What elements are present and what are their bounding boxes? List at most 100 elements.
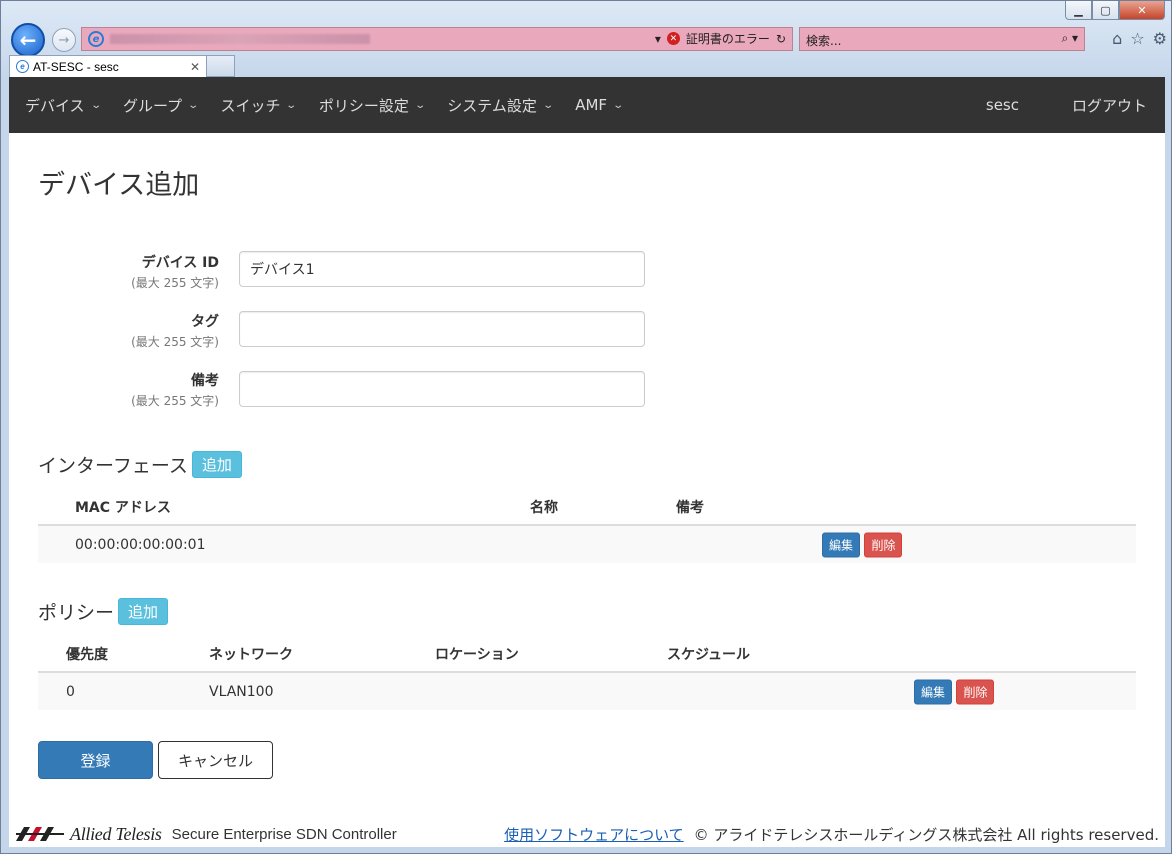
browser-toolbar-icons: ⌂ ☆ ⚙	[1112, 29, 1167, 48]
allied-telesis-logo-mark	[16, 827, 64, 841]
interfaces-title: インターフェース	[38, 455, 188, 477]
gear-icon[interactable]: ⚙	[1153, 29, 1167, 48]
device-id-label-group: デバイス ID (最大 255 文字)	[131, 252, 219, 291]
nav-amf-label: AMF	[575, 96, 608, 114]
nav-system-settings[interactable]: システム設定 ⌄	[447, 95, 554, 116]
new-tab-button[interactable]	[207, 55, 235, 77]
tab-close-icon[interactable]: ✕	[190, 60, 200, 74]
col-mac-address: MAC アドレス	[75, 500, 171, 516]
form-row-note: 備考 (最大 255 文字)	[9, 371, 709, 421]
forward-arrow-icon[interactable]: →	[52, 28, 76, 52]
chevron-down-icon: ⌄	[285, 99, 298, 111]
page-viewport: デバイス ⌄ グループ ⌄ スイッチ ⌄ ポリシー設定 ⌄ システム設定 ⌄ AMF ⌄ s…	[9, 77, 1165, 847]
tag-label: タグ	[191, 314, 219, 330]
browser-tab-active[interactable]: e AT-SESC - sesc ✕	[9, 55, 207, 77]
navbar-right: sesc ログアウト	[986, 95, 1165, 116]
search-icon[interactable]: ⌕ ▾	[1061, 31, 1078, 46]
nav-logout[interactable]: ログアウト	[1072, 95, 1147, 116]
submit-button[interactable]: 登録	[38, 741, 153, 779]
browser-window: ▁ ▢ ✕ ← → e ▾ ✕ 証明書のエラー ↻ 検索... ⌕ ▾ ⌂ ☆ …	[0, 0, 1172, 854]
form-row-device-id: デバイス ID (最大 255 文字)	[9, 251, 709, 301]
edit-interface-button[interactable]: 編集	[822, 532, 861, 557]
refresh-icon[interactable]: ↻	[776, 32, 786, 46]
search-placeholder: 検索...	[806, 34, 842, 48]
cert-error-icon[interactable]: ✕	[666, 32, 680, 45]
policies-table-header: 優先度 ネットワーク ロケーション スケジュール	[38, 637, 1136, 673]
policies-title: ポリシー	[38, 602, 115, 624]
table-row: 00:00:00:00:00:01 編集 削除	[38, 526, 1136, 563]
col-note: 備考	[676, 500, 704, 516]
favorites-star-icon[interactable]: ☆	[1130, 29, 1144, 48]
col-network: ネットワーク	[209, 647, 293, 663]
address-bar-right: ▾ ✕ 証明書のエラー ↻	[655, 30, 786, 47]
nav-system-settings-label: システム設定	[447, 96, 537, 115]
ie-tab-icon: e	[16, 60, 29, 73]
form-row-tag: タグ (最大 255 文字)	[9, 311, 709, 361]
interface-actions: 編集 削除	[822, 532, 903, 557]
browser-search-box[interactable]: 検索... ⌕ ▾	[799, 27, 1085, 51]
nav-devices[interactable]: デバイス ⌄	[25, 95, 102, 116]
policies-section-header: ポリシー 追加	[38, 598, 169, 625]
logo-text: Allied Telesis	[70, 823, 162, 844]
nav-policy-settings-label: ポリシー設定	[318, 96, 409, 115]
table-row: 0 VLAN100 編集 削除	[38, 673, 1136, 710]
maximize-button[interactable]: ▢	[1092, 1, 1119, 20]
page-footer: Allied Telesis Secure Enterprise SDN Con…	[9, 821, 1165, 847]
software-info-link[interactable]: 使用ソフトウェアについて	[504, 824, 684, 845]
device-id-hint: (最大 255 文字)	[131, 276, 219, 290]
col-name: 名称	[530, 500, 558, 516]
nav-policy-settings[interactable]: ポリシー設定 ⌄	[318, 95, 426, 116]
nav-groups[interactable]: グループ ⌄	[122, 95, 200, 116]
nav-user[interactable]: sesc	[986, 96, 1019, 114]
ie-page-icon: e	[88, 31, 104, 47]
policy-actions: 編集 削除	[914, 679, 995, 704]
policy-network: VLAN100	[209, 683, 274, 700]
col-location: ロケーション	[435, 647, 519, 663]
edit-policy-button[interactable]: 編集	[914, 679, 953, 704]
interface-mac: 00:00:00:00:00:01	[75, 536, 206, 553]
nav-switches[interactable]: スイッチ ⌄	[220, 95, 298, 116]
tag-label-group: タグ (最大 255 文字)	[131, 311, 219, 350]
allied-telesis-logo: Allied Telesis	[16, 824, 162, 845]
minimize-button[interactable]: ▁	[1065, 1, 1092, 20]
chevron-down-icon: ⌄	[612, 99, 625, 111]
product-name: Secure Enterprise SDN Controller	[171, 825, 397, 843]
back-arrow-icon[interactable]: ←	[11, 23, 45, 57]
col-priority: 優先度	[66, 647, 108, 663]
nav-groups-label: グループ	[122, 96, 183, 115]
cert-error-text[interactable]: 証明書のエラー	[686, 30, 770, 47]
add-policy-button[interactable]: 追加	[118, 598, 169, 625]
copyright-text: © アライドテレシスホールディングス株式会社 All rights reserv…	[693, 825, 1159, 844]
chevron-down-icon: ⌄	[89, 99, 102, 111]
close-window-button[interactable]: ✕	[1119, 1, 1165, 20]
nav-amf[interactable]: AMF ⌄	[575, 96, 625, 114]
tab-title: AT-SESC - sesc	[33, 59, 119, 74]
tag-input[interactable]	[239, 311, 645, 347]
note-label: 備考	[191, 373, 219, 389]
note-input[interactable]	[239, 371, 645, 407]
nav-devices-label: デバイス	[25, 96, 85, 115]
interfaces-table-header: MAC アドレス 名称 備考	[38, 490, 1136, 526]
browser-tab-row: e AT-SESC - sesc ✕	[9, 55, 235, 77]
tag-hint: (最大 255 文字)	[131, 335, 219, 349]
device-id-input[interactable]	[239, 251, 645, 287]
home-icon[interactable]: ⌂	[1112, 29, 1122, 48]
delete-interface-button[interactable]: 削除	[864, 532, 903, 557]
note-hint: (最大 255 文字)	[131, 394, 219, 408]
window-controls: ▁ ▢ ✕	[1065, 1, 1165, 20]
blurred-url	[110, 34, 370, 44]
chevron-down-icon: ⌄	[414, 99, 426, 111]
address-bar[interactable]: e ▾ ✕ 証明書のエラー ↻	[81, 27, 793, 51]
nav-switches-label: スイッチ	[220, 96, 281, 115]
delete-policy-button[interactable]: 削除	[956, 679, 995, 704]
browser-nav-row: ← → e ▾ ✕ 証明書のエラー ↻ 検索... ⌕ ▾ ⌂ ☆ ⚙	[9, 23, 1169, 57]
dropdown-arrow-icon[interactable]: ▾	[655, 32, 661, 46]
col-schedule: スケジュール	[667, 647, 751, 663]
policies-table: 優先度 ネットワーク ロケーション スケジュール 0 VLAN100 編集 削除	[38, 637, 1136, 710]
device-id-label: デバイス ID	[141, 255, 219, 271]
add-interface-button[interactable]: 追加	[191, 451, 242, 478]
chevron-down-icon: ⌄	[187, 99, 200, 111]
cancel-button[interactable]: キャンセル	[158, 741, 273, 779]
chevron-down-icon: ⌄	[542, 99, 554, 111]
page-title: デバイス追加	[38, 170, 200, 201]
